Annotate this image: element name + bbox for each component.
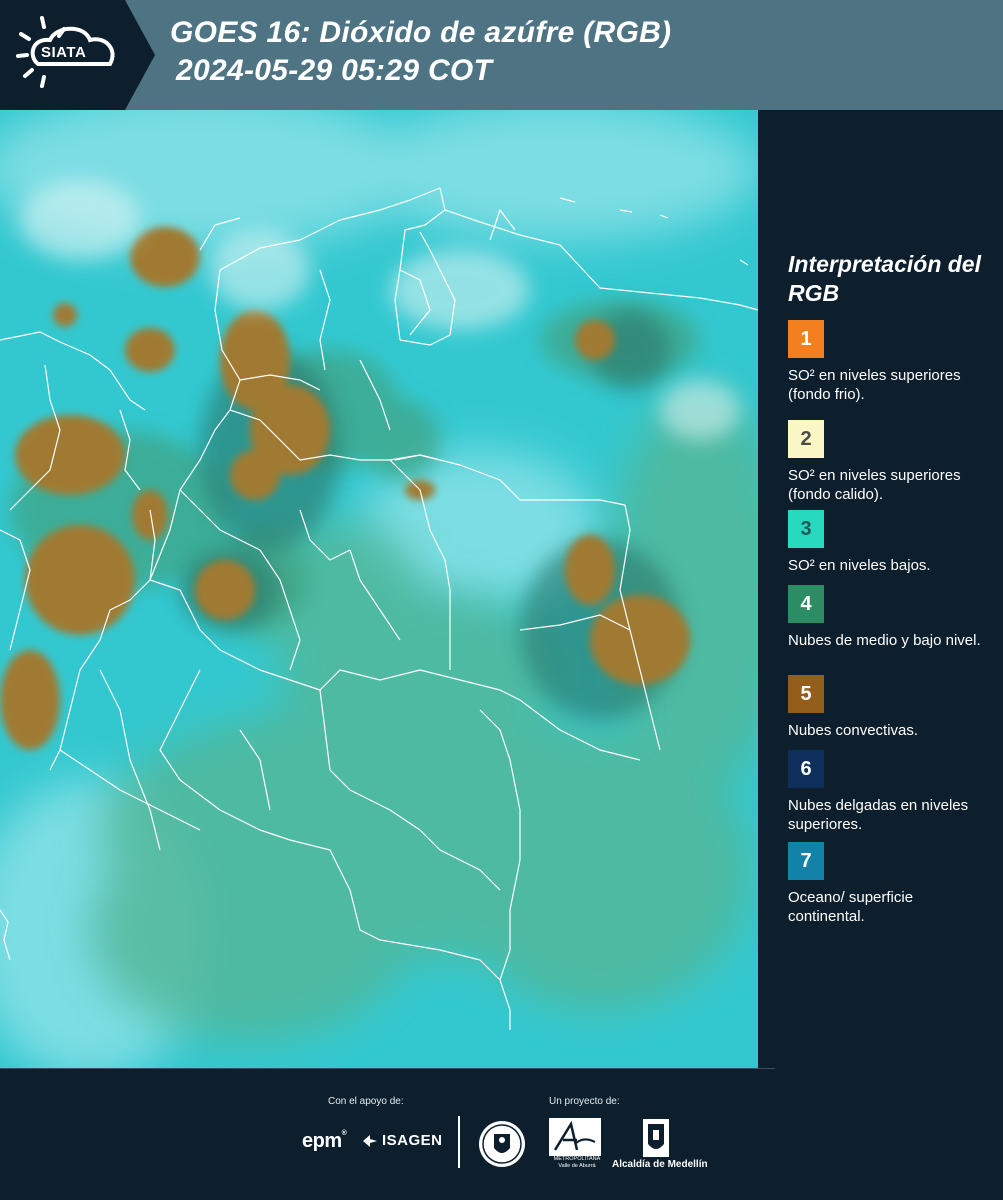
isagen-logo: ISAGEN — [362, 1132, 443, 1149]
legend-item-3: 3 SO² en niveles bajos. — [788, 510, 993, 575]
isagen-logo-text: ISAGEN — [382, 1132, 443, 1149]
legend-label: SO² en niveles bajos. — [788, 557, 931, 574]
legend-item-2: 2 SO² en niveles superiores (fondo calido… — [788, 420, 993, 504]
legend-panel: Interpretación del RGB 1 SO² en niveles s… — [758, 110, 1003, 1068]
area-metropolitana-text: METROPOLITANA Valle de Aburrá — [553, 1156, 601, 1169]
legend-label: SO² en niveles superiores (fondo calido)… — [788, 467, 961, 503]
legend-title: Interpretación del RGB — [788, 251, 981, 306]
legend-item-7: 7 Oceano/ superficie continental. — [788, 842, 993, 926]
medellin-seal-icon — [479, 1121, 525, 1167]
footer: Con el apoyo de: Un proyecto de: epm® IS… — [0, 1068, 1003, 1200]
satellite-map — [0, 110, 758, 1068]
alcaldia-shield-icon — [643, 1119, 669, 1157]
legend-swatch: 3 — [788, 510, 824, 548]
legend-label: Oceano/ superficie continental. — [788, 889, 914, 925]
title-line-2: 2024-05-29 05:29 COT — [176, 54, 493, 87]
siata-logo: SIATA — [0, 0, 155, 110]
alcaldia-text: Alcaldía de Medellín — [612, 1159, 708, 1170]
legend-item-4: 4 Nubes de medio y bajo nivel. — [788, 585, 993, 650]
epm-logo: epm® — [302, 1130, 347, 1152]
legend-item-6: 6 Nubes delgadas en niveles superiores. — [788, 750, 993, 834]
page-title: GOES 16: Dióxido de azúfre (RGB) 2024-05… — [170, 14, 671, 90]
legend-item-1: 1 SO² en niveles superiores (fondo frio). — [788, 320, 993, 404]
isagen-icon — [363, 1134, 377, 1147]
legend-swatch: 1 — [788, 320, 824, 358]
epm-logo-text: epm — [302, 1130, 342, 1152]
legend-label: Nubes delgadas en niveles superiores. — [788, 797, 969, 833]
siata-logo-text: SIATA — [41, 44, 87, 61]
legend-swatch: 2 — [788, 420, 824, 458]
area-metropolitana-logo-icon — [549, 1118, 601, 1156]
header-bar: SIATA GOES 16: Dióxido de azúfre (RGB) 2… — [0, 0, 1003, 110]
footer-divider — [0, 1068, 775, 1069]
legend-swatch: 4 — [788, 585, 824, 623]
legend-swatch: 6 — [788, 750, 824, 788]
support-label: Con el apoyo de: — [328, 1096, 404, 1107]
legend-label: Nubes convectivas. — [788, 722, 919, 739]
legend-label: SO² en niveles superiores (fondo frio). — [788, 367, 961, 403]
legend-swatch: 7 — [788, 842, 824, 880]
footer-vertical-divider — [458, 1116, 460, 1168]
legend-label: Nubes de medio y bajo nivel. — [788, 632, 981, 649]
legend-swatch: 5 — [788, 675, 824, 713]
title-line-1: GOES 16: Dióxido de azúfre (RGB) — [170, 16, 672, 49]
project-label: Un proyecto de: — [549, 1096, 620, 1107]
rgb-satellite-image — [0, 110, 758, 1068]
legend-item-5: 5 Nubes convectivas. — [788, 675, 993, 740]
